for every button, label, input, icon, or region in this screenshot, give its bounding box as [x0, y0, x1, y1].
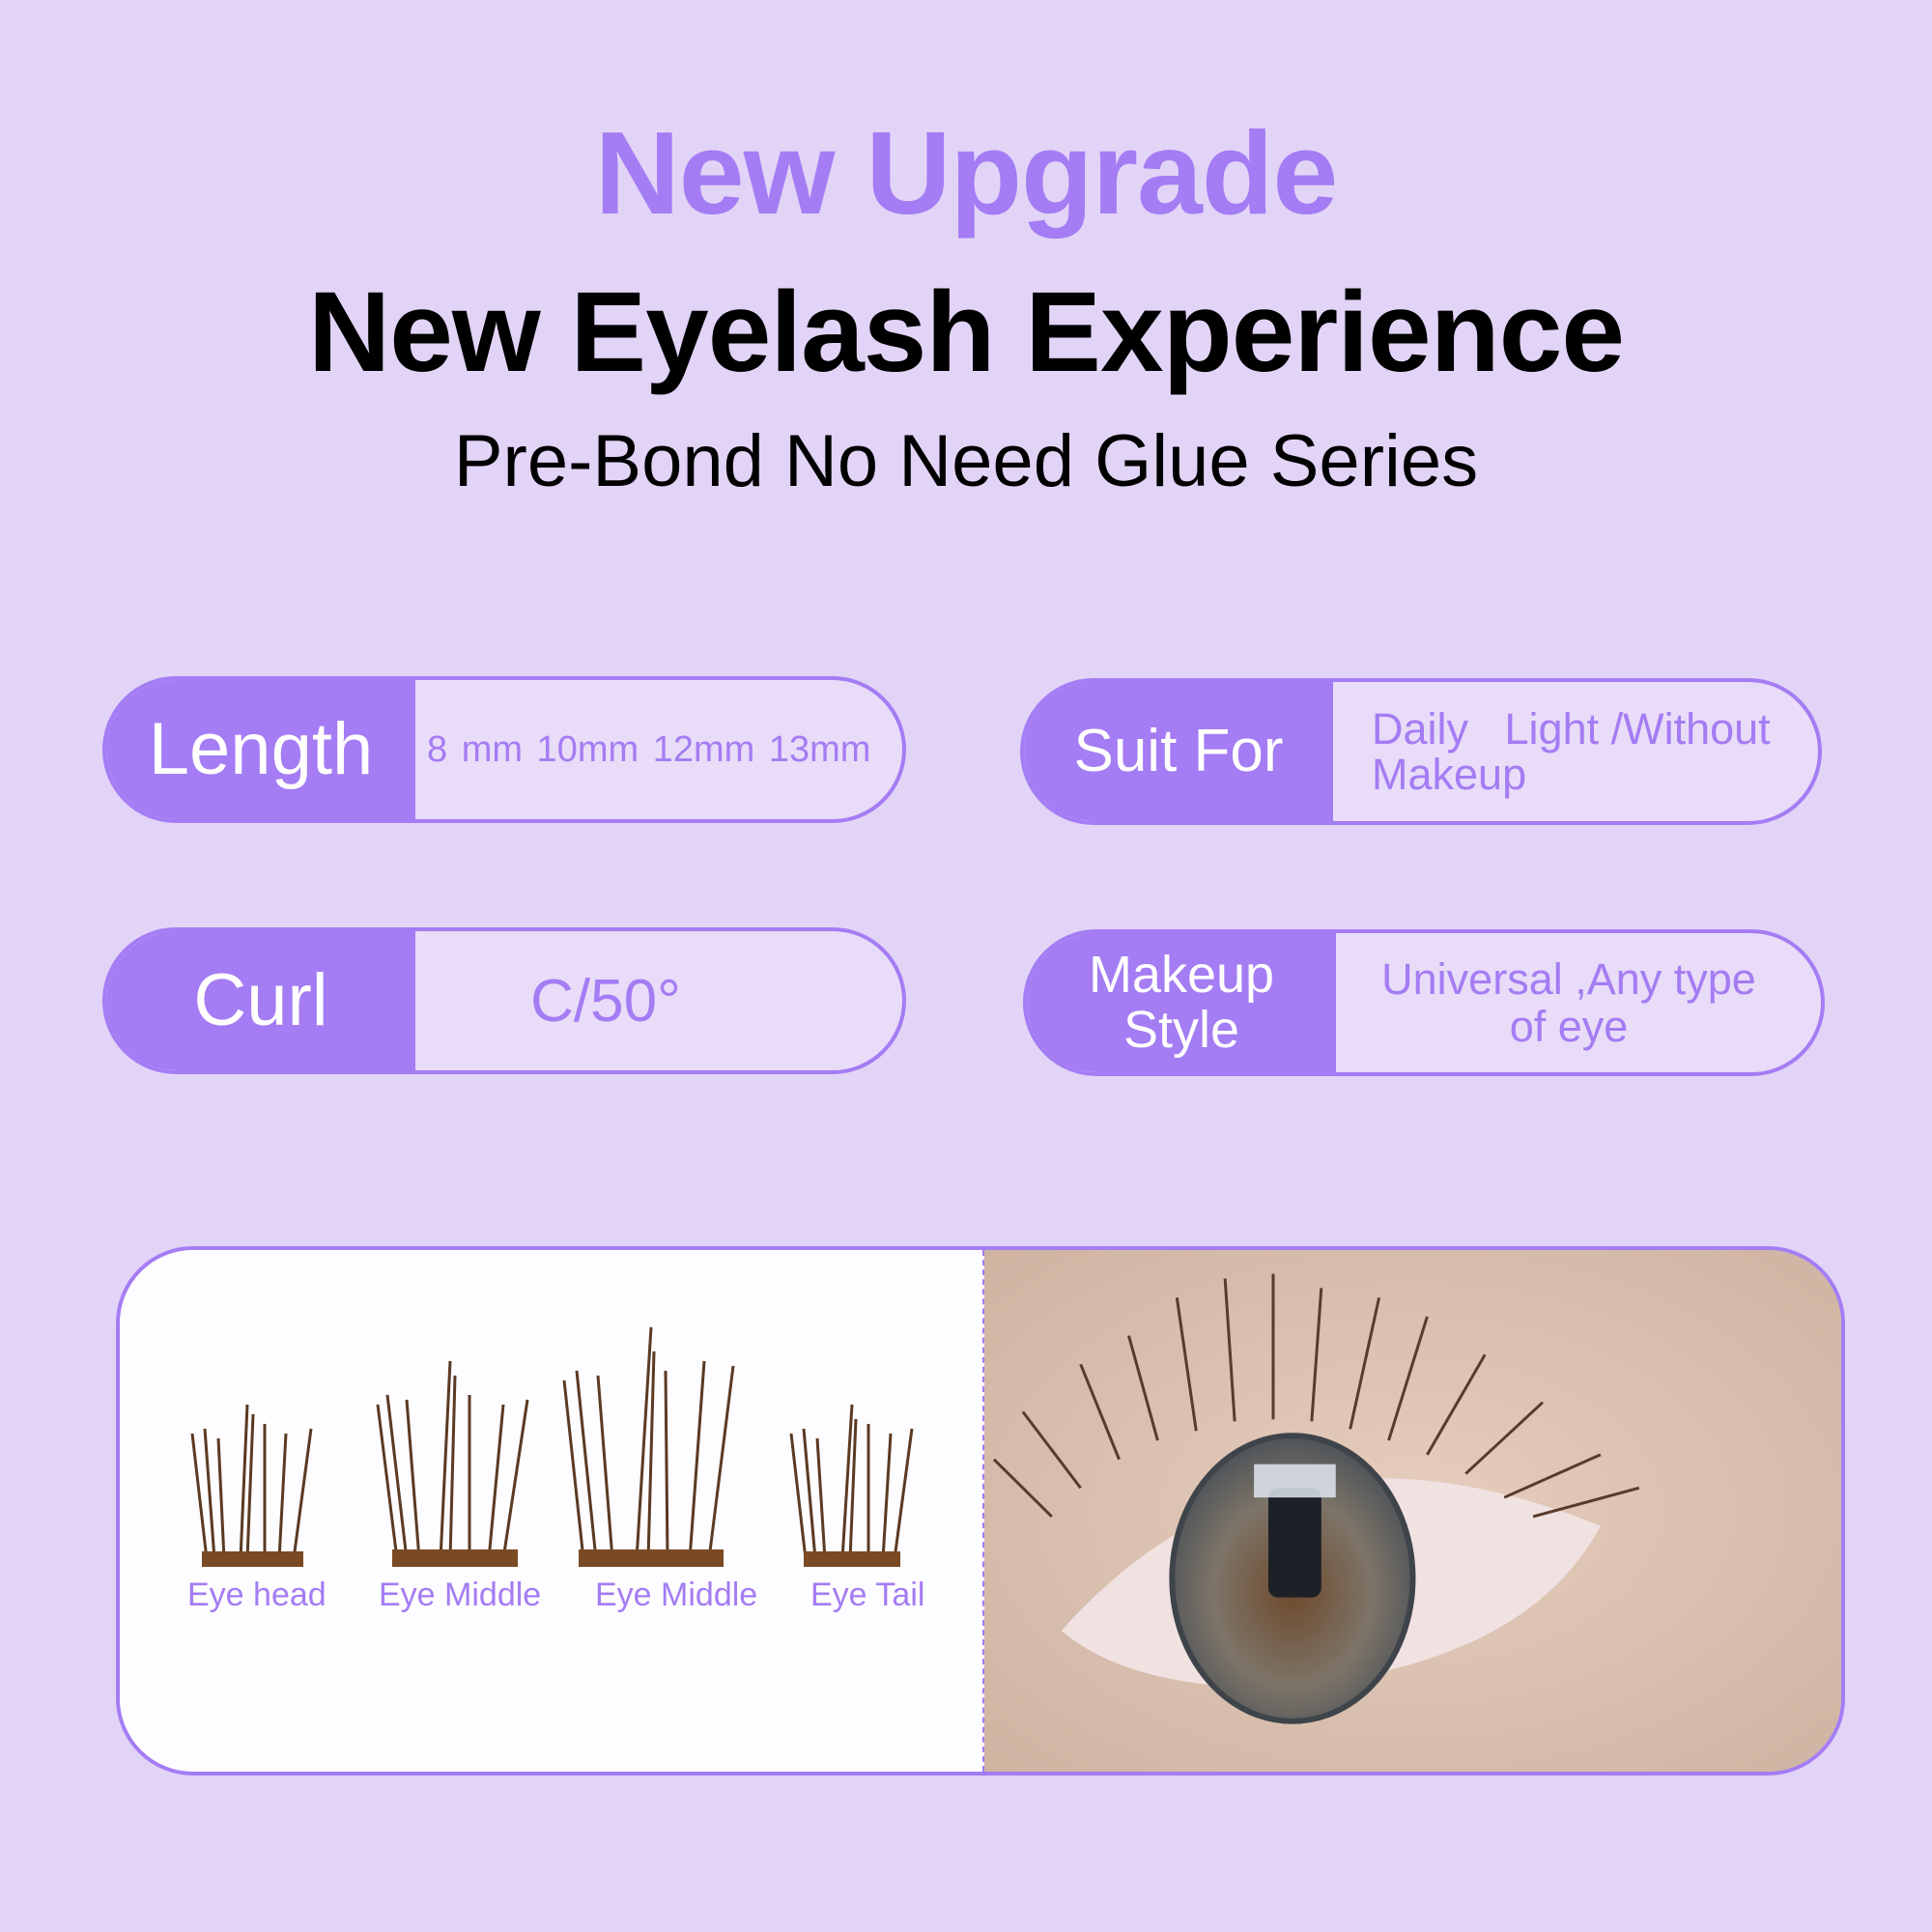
spec-value: Daily Light /Without Makeup [1333, 682, 1818, 821]
eye-illustration [984, 1250, 1841, 1772]
spec-label: Suit For [1024, 682, 1333, 821]
spec-makeup-style: Makeup Style Universal ,Any type of eye [1023, 929, 1825, 1076]
spec-suit-for: Suit For Daily Light /Without Makeup [1020, 678, 1822, 825]
spec-value: Universal ,Any type of eye [1336, 933, 1821, 1072]
spec-length: Length 8 mm 10mm 12mm 13mm [102, 676, 906, 823]
lash-label-eye-middle: Eye Middle [595, 1577, 758, 1613]
lash-cluster-eye-head [190, 1404, 313, 1567]
spec-label: Length [106, 680, 415, 819]
spec-label-line: Makeup [1088, 946, 1275, 1005]
lash-cluster-eye-tail [789, 1404, 914, 1567]
spec-label: Curl [106, 931, 415, 1070]
lash-label-eye-tail: Eye Tail [810, 1577, 925, 1613]
page-title: New Eyelash Experience [308, 269, 1625, 396]
product-photo-card: Eye head Eye Middle Eye Middle Eye Tail [116, 1246, 1845, 1776]
kicker-heading: New Upgrade [594, 107, 1339, 239]
spec-value: 8 mm 10mm 12mm 13mm [427, 728, 871, 770]
lash-clusters-photo: Eye head Eye Middle Eye Middle Eye Tail [120, 1250, 984, 1772]
spec-curl: Curl C/50° [102, 927, 906, 1074]
spec-value: C/50° [530, 967, 681, 1035]
lash-cluster-eye-middle-2 [562, 1326, 735, 1567]
spec-label-line: Style [1122, 1001, 1240, 1059]
lash-label-eye-head: Eye head [187, 1577, 327, 1613]
spec-value-line: of eye [1509, 1002, 1629, 1051]
lash-label-eye-middle: Eye Middle [379, 1577, 542, 1613]
page-subtitle: Pre-Bond No Need Glue Series [453, 420, 1479, 502]
spec-value-line: Daily Light /Without [1372, 703, 1771, 753]
spec-label: Makeup Style [1027, 933, 1336, 1072]
lash-cluster-eye-middle-1 [376, 1360, 529, 1567]
eye-closeup-photo [984, 1250, 1841, 1772]
spec-value-line: Makeup [1372, 750, 1527, 799]
spec-value-line: Universal ,Any type [1381, 953, 1756, 1004]
